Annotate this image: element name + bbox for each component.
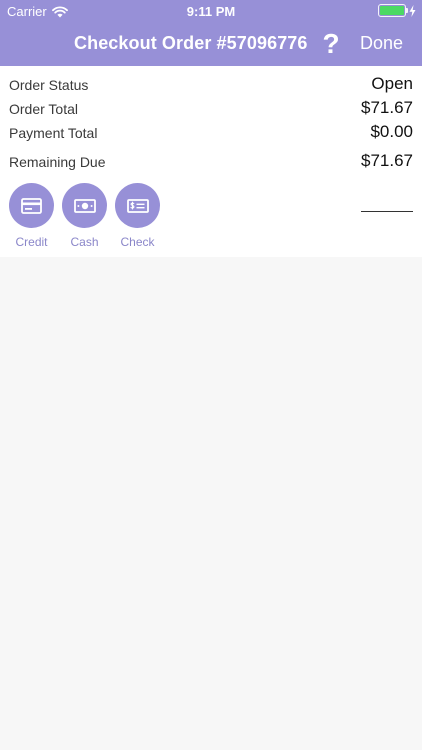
order-status-row: Order Status Open — [9, 74, 413, 96]
navigation-bar: Checkout Order #57096776 ? Done — [0, 22, 422, 66]
check-icon — [126, 198, 149, 213]
cash-payment-label: Cash — [70, 235, 99, 249]
status-time: 9:11 PM — [186, 4, 236, 19]
payment-total-label: Payment Total — [9, 125, 98, 141]
payment-total-row: Payment Total $0.00 — [9, 122, 413, 144]
battery-group — [378, 4, 416, 17]
top-bar: Carrier 9:11 PM Checkout Order #57096776… — [0, 0, 422, 66]
check-payment-circle[interactable] — [115, 183, 160, 228]
payment-methods: Credit Cash Check — [9, 183, 209, 253]
order-total-label: Order Total — [9, 101, 78, 117]
order-status-label: Order Status — [9, 77, 89, 93]
battery-icon — [378, 4, 408, 17]
cash-payment-circle[interactable] — [62, 183, 107, 228]
status-bar: Carrier 9:11 PM — [0, 0, 422, 22]
order-total-row: Order Total $71.67 — [9, 98, 413, 120]
remaining-due-row: Remaining Due $71.67 — [9, 151, 413, 173]
checkout-summary-panel: Order Status Open Order Total $71.67 Pay… — [0, 66, 422, 257]
credit-payment-circle[interactable] — [9, 183, 54, 228]
check-payment-button[interactable]: Check — [115, 183, 160, 249]
charging-bolt-icon — [409, 4, 416, 17]
help-button[interactable]: ? — [318, 27, 344, 61]
cash-icon — [73, 198, 96, 213]
credit-payment-button[interactable]: Credit — [9, 183, 54, 249]
battery-level-fill — [380, 6, 404, 15]
done-button[interactable]: Done — [360, 33, 403, 54]
payment-total-value: $0.00 — [370, 122, 413, 141]
credit-card-icon — [21, 197, 42, 214]
remaining-due-label: Remaining Due — [9, 154, 106, 170]
order-total-value: $71.67 — [361, 98, 413, 117]
check-payment-label: Check — [120, 235, 155, 249]
credit-payment-label: Credit — [15, 235, 48, 249]
total-divider — [361, 211, 413, 212]
order-status-value: Open — [371, 74, 413, 93]
remaining-due-value: $71.67 — [361, 151, 413, 170]
page-title: Checkout Order #57096776 — [74, 33, 308, 53]
cash-payment-button[interactable]: Cash — [62, 183, 107, 249]
